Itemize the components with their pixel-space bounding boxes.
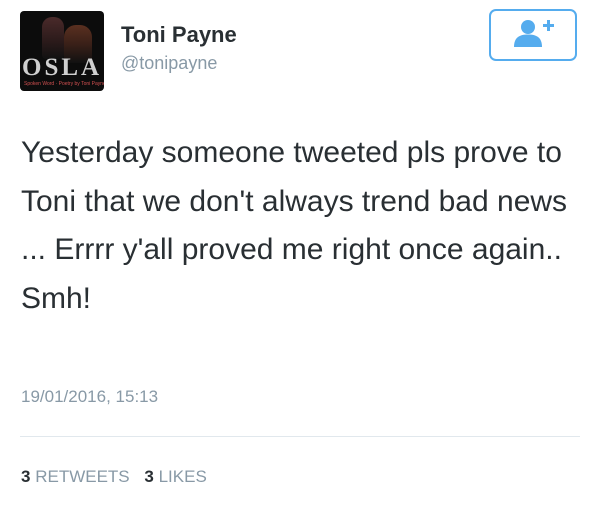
likes-stat[interactable]: 3 LIKES <box>144 467 206 486</box>
author-handle[interactable]: @tonipayne <box>121 52 217 74</box>
avatar-tagline: Spoken Word · Poetry by Toni Payne <box>24 81 104 87</box>
divider <box>20 436 580 437</box>
retweets-label: RETWEETS <box>35 467 130 486</box>
likes-label: LIKES <box>158 467 207 486</box>
retweets-stat[interactable]: 3 RETWEETS <box>21 467 134 486</box>
add-user-icon <box>511 18 555 53</box>
avatar-figure <box>42 17 64 59</box>
likes-count: 3 <box>144 467 154 486</box>
tweet-stats: 3 RETWEETS 3 LIKES <box>21 466 207 488</box>
follow-button[interactable] <box>489 9 577 61</box>
tweet-timestamp[interactable]: 19/01/2016, 15:13 <box>21 386 158 408</box>
avatar-logo: OSLA <box>22 54 103 81</box>
tweet-text: Yesterday someone tweeted pls prove to T… <box>21 136 568 315</box>
retweets-count: 3 <box>21 467 31 486</box>
avatar[interactable]: OSLA Spoken Word · Poetry by Toni Payne <box>20 11 104 91</box>
author-name[interactable]: Toni Payne <box>121 22 237 48</box>
